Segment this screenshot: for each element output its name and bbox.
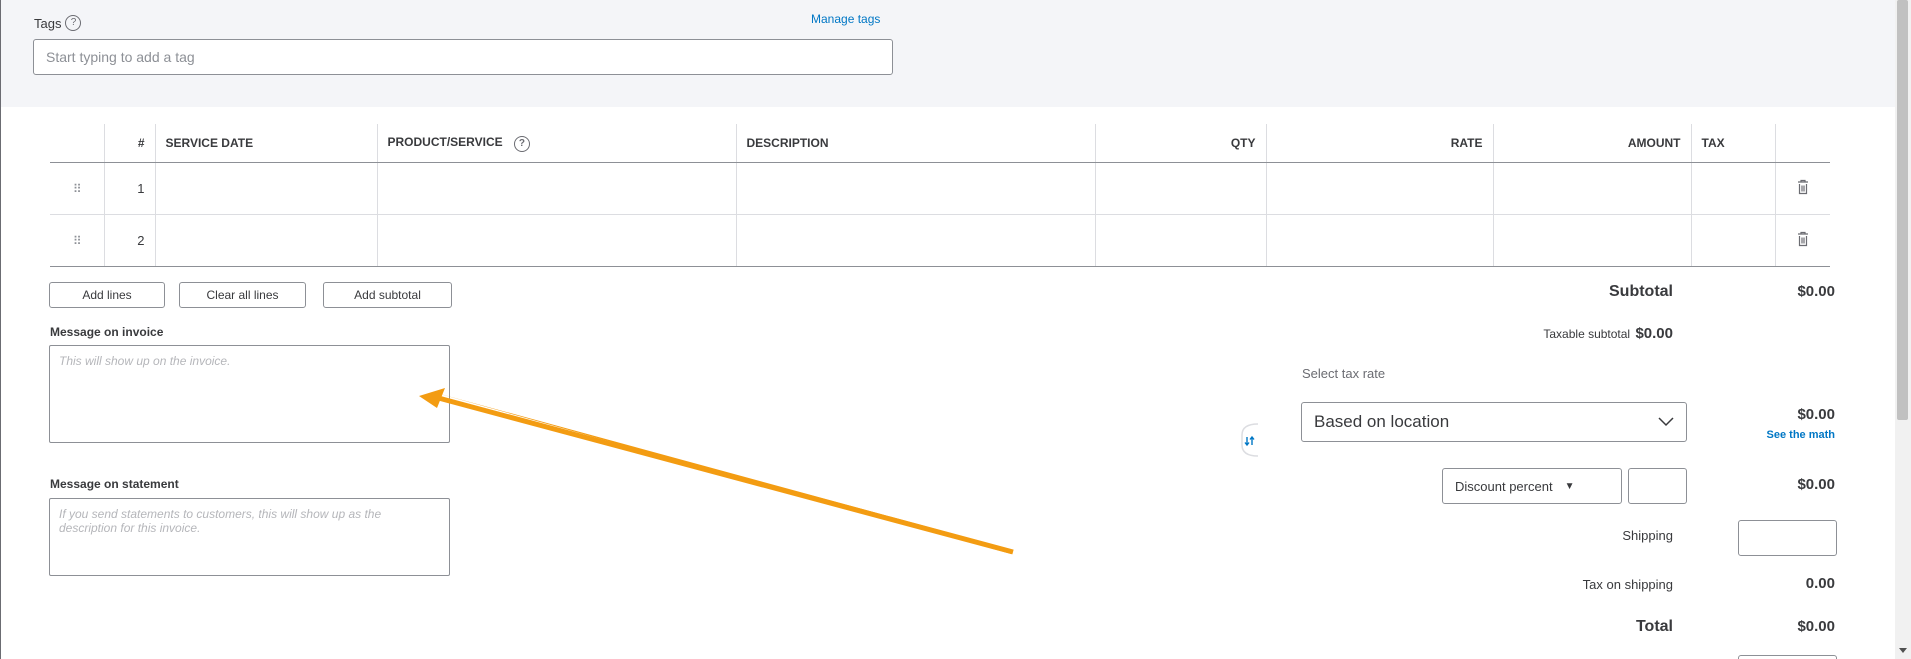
header-service-date: SERVICE DATE	[154, 124, 377, 163]
qty-cell[interactable]	[1094, 162, 1266, 215]
header-product-service-label: PRODUCT/SERVICE	[387, 134, 503, 149]
swap-tax-order-button[interactable]	[1236, 423, 1264, 457]
message-on-invoice-label: Message on invoice	[50, 325, 164, 339]
next-field-partial	[1738, 655, 1837, 659]
header-actions	[1774, 124, 1830, 163]
tax-on-shipping-label: Tax on shipping	[1582, 577, 1673, 592]
description-cell[interactable]	[735, 162, 1095, 215]
header-rate: RATE	[1265, 124, 1493, 163]
delete-cell[interactable]	[1774, 214, 1830, 267]
manage-tags-link[interactable]: Manage tags	[811, 12, 880, 26]
table-row[interactable]: ⠿ 2	[50, 214, 1830, 267]
taxable-subtotal-value: $0.00	[1635, 325, 1673, 342]
table-row[interactable]: ⠿ 1	[50, 162, 1830, 215]
tax-on-shipping-value: 0.00	[1805, 575, 1835, 592]
tax-rate-select-value: Based on location	[1314, 412, 1450, 431]
row-number: 2	[103, 214, 155, 267]
question-circle-icon[interactable]: ?	[65, 15, 82, 31]
shipping-input[interactable]	[1738, 520, 1837, 556]
tax-rate-select[interactable]: Based on location	[1301, 402, 1687, 442]
header-product-service: PRODUCT/SERVICE ?	[376, 124, 736, 163]
rate-cell[interactable]	[1265, 214, 1493, 267]
see-the-math-link[interactable]: See the math	[1767, 429, 1835, 441]
header-amount: AMOUNT	[1492, 124, 1691, 163]
header-number: #	[103, 124, 155, 163]
clear-all-lines-button[interactable]: Clear all lines	[179, 282, 306, 308]
header-tax: TAX	[1690, 124, 1775, 163]
tags-input[interactable]	[33, 39, 893, 75]
service-date-cell[interactable]	[154, 214, 377, 267]
tax-cell[interactable]	[1690, 162, 1775, 215]
product-service-cell[interactable]	[376, 214, 736, 267]
drag-handle[interactable]: ⠿	[50, 162, 104, 215]
add-subtotal-button[interactable]: Add subtotal	[323, 282, 452, 308]
tax-cell[interactable]	[1690, 214, 1775, 267]
tags-label: Tags ?	[34, 15, 82, 31]
total-value: $0.00	[1797, 618, 1835, 635]
tags-section: Tags ? Manage tags	[1, 0, 1896, 107]
product-service-cell[interactable]	[376, 162, 736, 215]
description-cell[interactable]	[735, 214, 1095, 267]
header-qty: QTY	[1094, 124, 1266, 163]
subtotal-value: $0.00	[1797, 283, 1835, 300]
service-date-cell[interactable]	[154, 162, 377, 215]
header-description: DESCRIPTION	[735, 124, 1095, 163]
discount-type-value: Discount percent	[1455, 478, 1553, 494]
delete-cell[interactable]	[1774, 162, 1830, 215]
taxable-subtotal-label: Taxable subtotal	[1543, 327, 1631, 341]
qty-cell[interactable]	[1094, 214, 1266, 267]
discount-value: $0.00	[1797, 476, 1835, 493]
shipping-label: Shipping	[1622, 528, 1673, 543]
amount-cell[interactable]	[1492, 162, 1691, 215]
rate-cell[interactable]	[1265, 162, 1493, 215]
tags-label-text: Tags	[34, 15, 62, 31]
swap-arrows-icon[interactable]	[1236, 423, 1264, 457]
row-number: 1	[103, 162, 155, 215]
trash-icon[interactable]	[1797, 231, 1809, 247]
drag-handle-icon[interactable]: ⠿	[73, 182, 82, 196]
scroll-down-arrow-icon[interactable]	[1896, 643, 1910, 657]
drag-handle-icon[interactable]: ⠿	[73, 234, 82, 248]
amount-cell[interactable]	[1492, 214, 1691, 267]
discount-type-select[interactable]: Discount percent ▼	[1442, 468, 1622, 504]
taxable-subtotal: Taxable subtotal $0.00	[1543, 325, 1673, 342]
invoice-form: Tags ? Manage tags # SERVICE DATE PRODUC…	[0, 0, 1896, 659]
message-on-invoice-input[interactable]	[49, 345, 450, 443]
drag-handle[interactable]: ⠿	[50, 214, 104, 267]
message-on-statement-input[interactable]	[49, 498, 450, 576]
line-items-table: # SERVICE DATE PRODUCT/SERVICE ? DESCRIP…	[50, 124, 1830, 267]
table-header-row: # SERVICE DATE PRODUCT/SERVICE ? DESCRIP…	[50, 124, 1830, 163]
tax-value: $0.00	[1797, 406, 1835, 423]
question-circle-icon[interactable]: ?	[513, 135, 530, 152]
select-tax-rate-label: Select tax rate	[1302, 366, 1386, 381]
discount-input[interactable]	[1628, 468, 1687, 504]
trash-icon[interactable]	[1797, 179, 1809, 195]
add-lines-button[interactable]: Add lines	[49, 282, 165, 308]
scrollbar-thumb[interactable]	[1897, 0, 1908, 420]
header-drag	[50, 124, 104, 163]
message-on-statement-label: Message on statement	[50, 477, 179, 491]
caret-down-icon: ▼	[1564, 480, 1575, 492]
chevron-down-icon	[1658, 417, 1674, 427]
subtotal-label: Subtotal	[1609, 283, 1673, 300]
total-label: Total	[1635, 618, 1673, 635]
